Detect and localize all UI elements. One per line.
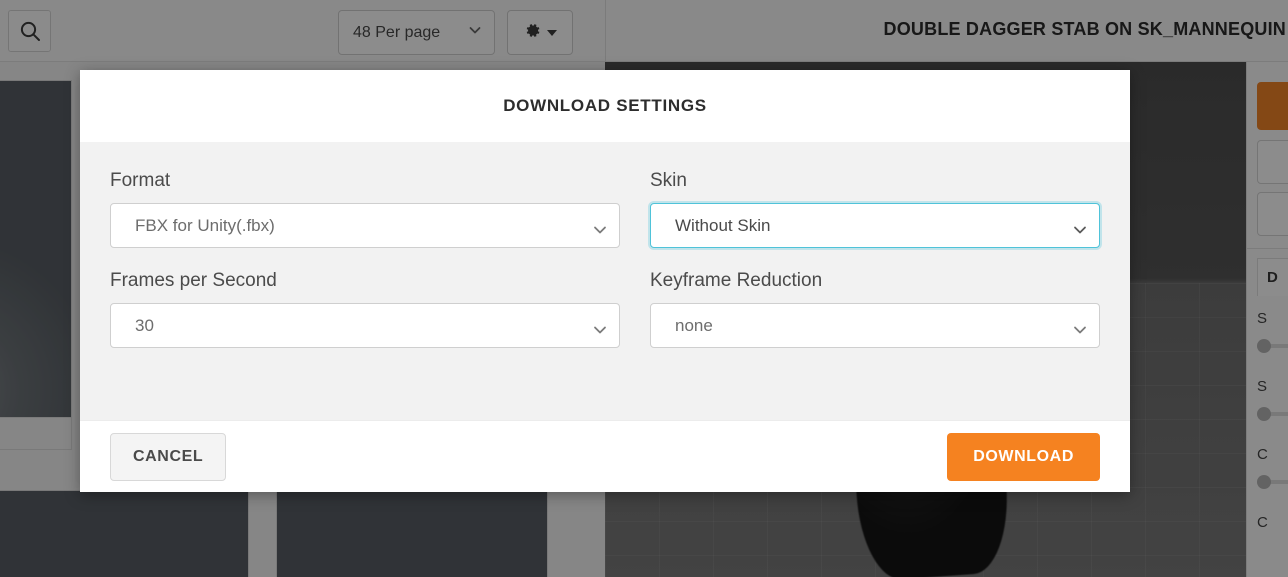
keyframe-reduction-label: Keyframe Reduction [650, 270, 823, 291]
skin-select[interactable]: Without Skin [650, 203, 1100, 248]
skin-label: Skin [650, 170, 687, 191]
field-skin: Skin Without Skin [650, 170, 1100, 248]
format-label: Format [110, 170, 171, 191]
keyframe-reduction-value: none [675, 315, 713, 335]
chevron-down-icon [1073, 222, 1086, 233]
chevron-down-icon [593, 322, 606, 333]
frames-per-second-select[interactable]: 30 [110, 303, 620, 348]
dialog-header: DOWNLOAD SETTINGS [80, 70, 1130, 142]
chevron-down-icon [593, 222, 606, 233]
field-frames-per-second: Frames per Second 30 [110, 270, 620, 348]
field-keyframe-reduction: Keyframe Reduction none [650, 270, 1100, 348]
keyframe-reduction-select[interactable]: none [650, 303, 1100, 348]
frames-per-second-value: 30 [135, 315, 154, 335]
dialog-footer: CANCEL DOWNLOAD [80, 420, 1130, 492]
dialog-title: DOWNLOAD SETTINGS [503, 96, 707, 115]
frames-per-second-label: Frames per Second [110, 270, 277, 291]
download-button[interactable]: DOWNLOAD [947, 432, 1100, 481]
format-select[interactable]: FBX for Unity(.fbx) [110, 203, 620, 248]
chevron-down-icon [1073, 322, 1086, 333]
field-format: Format FBX for Unity(.fbx) [110, 170, 620, 248]
download-settings-dialog: DOWNLOAD SETTINGS Format FBX for Unity(.… [80, 70, 1130, 492]
skin-value: Without Skin [675, 215, 771, 235]
cancel-button[interactable]: CANCEL [110, 432, 227, 481]
format-value: FBX for Unity(.fbx) [135, 215, 275, 235]
dialog-body: Format FBX for Unity(.fbx) Skin Without … [80, 142, 1130, 420]
